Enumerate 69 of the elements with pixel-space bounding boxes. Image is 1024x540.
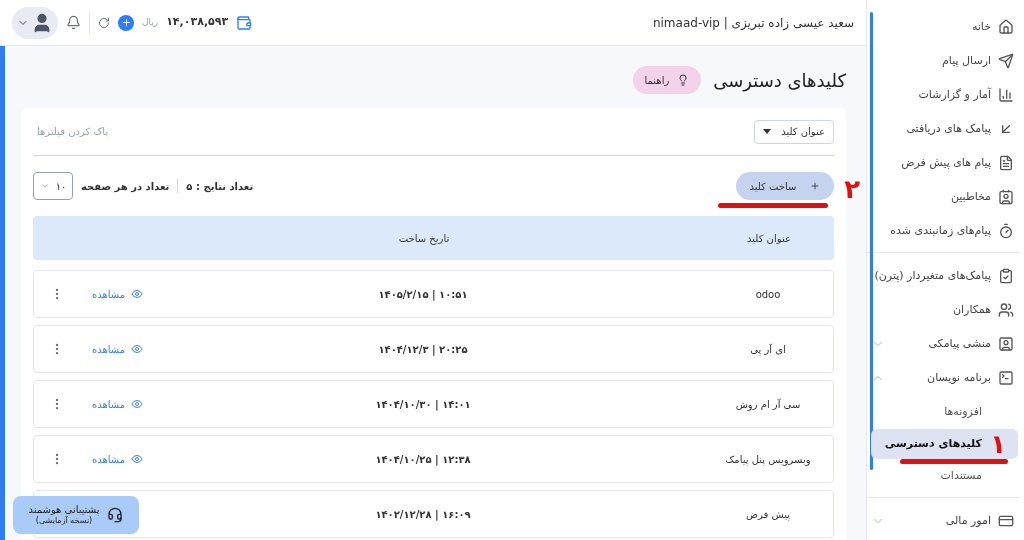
sidebar-subitem[interactable]: افزونه‌ها (871, 397, 1018, 427)
column-header: عنوان کلید (746, 231, 792, 246)
created-date-cell-text: ۱۰:۵۱ | ۱۴۰۵/۲/۱۵ (377, 287, 469, 302)
card-icon (998, 513, 1014, 529)
created-date-cell-text: ۱۴:۰۱ | ۱۴۰۴/۱۰/۳۰ (374, 397, 472, 412)
headset-icon (107, 507, 124, 523)
key-title-cell-text: ای آر پی (749, 342, 787, 357)
per-page-label: تعداد در هر صفحه (81, 179, 170, 194)
currency-label: ریال (142, 15, 159, 29)
contact-card-icon (998, 189, 1014, 205)
user-account-name: سعید عیسی زاده تبریزی | nimaad-vip (652, 14, 854, 32)
created-date-cell-text: ۲۰:۲۵ | ۱۴۰۴/۱۲/۳ (377, 342, 469, 357)
eye-icon (131, 343, 144, 355)
terminal-icon (998, 370, 1014, 386)
add-credit-button[interactable] (118, 14, 134, 31)
sidebar-item[interactable]: برنامه نویسان (867, 361, 1020, 395)
chevron-down-icon (39, 181, 50, 191)
sidebar-item[interactable]: آمار و گزارشات (867, 78, 1020, 112)
refresh-icon[interactable] (98, 16, 110, 29)
per-page-dropdown[interactable]: ۱۰ (33, 172, 73, 200)
view-link[interactable]: مشاهده (92, 341, 144, 357)
person-card-icon (998, 336, 1014, 352)
annotation-number: ۲ (844, 174, 860, 204)
results-count: تعداد نتایج : ۵ (186, 179, 254, 194)
view-link[interactable]: مشاهده (92, 286, 144, 302)
eye-icon (131, 398, 144, 410)
users-icon (998, 302, 1014, 318)
home-icon (998, 19, 1014, 35)
plus-icon (120, 17, 132, 28)
key-title-cell-text: odoo (754, 287, 782, 302)
key-title-cell-text: پیش فرض (744, 507, 792, 522)
send-icon (998, 53, 1014, 69)
wallet-icon (236, 14, 253, 31)
sidebar-item[interactable]: پیام‌های زمانبندی شده (867, 214, 1020, 248)
lightbulb-icon (677, 74, 690, 86)
timer-icon (998, 223, 1014, 239)
eye-icon (131, 288, 144, 300)
sidebar-subitem[interactable]: مستندات (871, 461, 1018, 491)
page-title: کلیدهای دسترسی (713, 68, 846, 94)
sidebar-item[interactable]: ارسال پیام (867, 44, 1020, 78)
created-date-cell-text: ۱۶:۰۹ | ۱۴۰۲/۱۲/۲۸ (374, 507, 472, 522)
key-title-dropdown[interactable]: عنوان کلید (754, 119, 834, 144)
plus-icon (810, 181, 821, 191)
column-header: تاریخ ساخت (397, 231, 451, 246)
guide-button[interactable]: راهنما (632, 66, 702, 94)
view-link[interactable]: مشاهده (92, 396, 144, 412)
created-date-cell-text: ۱۲:۳۸ | ۱۴۰۴/۱۰/۲۵ (374, 452, 472, 467)
balance-amount: ۱۴,۰۳۸,۵۹۳ (166, 14, 229, 31)
eye-icon (131, 453, 144, 465)
notification-icon[interactable] (66, 15, 81, 30)
sidebar-item[interactable]: منشی پیامکی (867, 327, 1020, 361)
sidebar-item[interactable]: پیام های پیش فرض (867, 146, 1020, 180)
clipboard-check-icon (998, 268, 1014, 284)
caret-icon (763, 129, 772, 134)
annotation-number: ۱ (990, 429, 1006, 459)
bar-chart-icon (998, 87, 1014, 103)
sidebar-item[interactable]: مخاطبین (867, 180, 1020, 214)
key-title-cell-text: سی آر ام روش (734, 397, 802, 412)
sidebar-item[interactable]: امور مالی (867, 504, 1020, 538)
user-menu-button[interactable] (12, 6, 58, 39)
sidebar-item[interactable]: همکاران (867, 293, 1020, 327)
smart-support-button[interactable]: پشتیبانی هوشمند (نسخه آزمایشی) (13, 496, 139, 534)
sidebar-item[interactable]: خانه (867, 10, 1020, 44)
sidebar-item[interactable]: پیامک های دریافتی (867, 112, 1020, 146)
document-icon (998, 155, 1014, 171)
key-title-cell-text: وبسرویس پنل پیامک (724, 452, 812, 467)
create-key-button[interactable]: ساخت کلید (736, 172, 834, 200)
view-link[interactable]: مشاهده (92, 451, 144, 467)
sidebar-item[interactable]: پیامک‌های متغیردار (پترن) (867, 259, 1020, 293)
